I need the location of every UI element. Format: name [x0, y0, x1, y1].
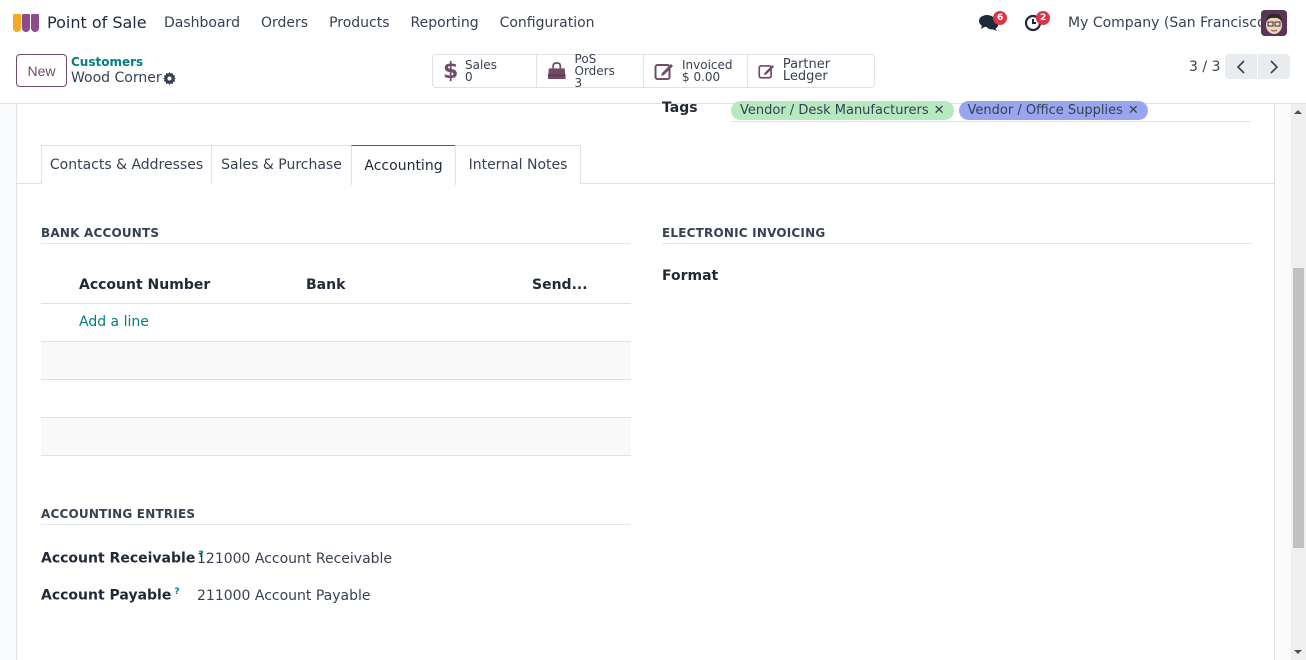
remove-tag-icon[interactable]: ✕: [1128, 101, 1139, 120]
pager-next-button[interactable]: [1258, 54, 1290, 79]
table-row: [41, 418, 631, 456]
scroll-down-arrow-icon[interactable]: [1294, 650, 1302, 654]
dollar-icon: $: [443, 58, 459, 84]
pager-previous-button[interactable]: [1225, 54, 1257, 79]
user-avatar[interactable]: [1261, 10, 1287, 36]
account-receivable-label-text: Account Receivable: [41, 550, 196, 567]
column-account-number[interactable]: Account Number: [79, 277, 210, 293]
account-payable-field[interactable]: 211000 Account Payable: [197, 588, 371, 604]
bank-accounts-title: BANK ACCOUNTS: [41, 226, 160, 240]
account-payable-label-text: Account Payable: [41, 587, 172, 604]
edit-icon: [758, 65, 775, 79]
pos-orders-value: 3: [574, 76, 583, 90]
edit-icon: [654, 64, 673, 80]
pos-orders-smart-button[interactable]: PoS Orders 3: [537, 52, 644, 90]
vertical-scrollbar[interactable]: [1291, 104, 1306, 660]
section-divider: [41, 524, 630, 525]
tab-contacts-addresses[interactable]: Contacts & Addresses: [41, 145, 212, 184]
chevron-right-icon: [1270, 59, 1279, 74]
gear-icon[interactable]: [163, 72, 176, 85]
pager-value[interactable]: 3 / 3: [1189, 59, 1220, 75]
tags-label: Tags: [662, 100, 698, 116]
top-navbar: Point of Sale Dashboard Orders Products …: [0, 0, 1306, 46]
tags-field[interactable]: Vendor / Desk Manufacturers ✕ Vendor / O…: [731, 101, 1251, 122]
menu-item-dashboard[interactable]: Dashboard: [164, 15, 240, 31]
tab-internal-notes[interactable]: Internal Notes: [455, 145, 581, 184]
section-divider: [662, 243, 1251, 244]
remove-tag-icon[interactable]: ✕: [934, 101, 945, 120]
accounting-entries-title: ACCOUNTING ENTRIES: [41, 507, 196, 521]
menu-item-products[interactable]: Products: [329, 15, 389, 31]
pager-buttons: [1225, 54, 1290, 79]
breadcrumb-customers[interactable]: Customers: [71, 55, 143, 69]
control-panel: New Customers Wood Corner $ Sales 0 PoS …: [0, 46, 1306, 104]
shopping-bag-icon: [547, 62, 566, 79]
activities-count-badge: 2: [1036, 11, 1051, 25]
partner-ledger-label: Partner Ledger: [782, 57, 831, 84]
user-avatar-icon: [1261, 10, 1287, 36]
scroll-up-arrow-icon[interactable]: [1294, 110, 1302, 114]
tab-accounting[interactable]: Accounting: [351, 145, 456, 185]
help-tooltip-icon[interactable]: ?: [174, 587, 179, 597]
app-title[interactable]: Point of Sale: [47, 13, 147, 32]
new-button[interactable]: New: [16, 54, 67, 87]
column-send[interactable]: Send...: [532, 277, 588, 293]
pos-orders-label: PoS Orders: [574, 52, 615, 78]
format-label: Format: [662, 268, 719, 284]
chevron-left-icon: [1236, 59, 1245, 74]
account-receivable-label: Account Receivable?: [41, 550, 204, 567]
bank-accounts-table: Account Number Bank Send... Add a line: [41, 266, 631, 456]
partner-ledger-smart-button[interactable]: Partner Ledger: [748, 55, 874, 87]
menu-item-reporting[interactable]: Reporting: [411, 15, 479, 31]
table-row: [41, 342, 631, 380]
main-menu: Dashboard Orders Products Reporting Conf…: [164, 15, 616, 31]
invoiced-value: $ 0.00: [682, 70, 721, 84]
notebook-tabs: Contacts & Addresses Sales & Purchase Ac…: [17, 145, 1274, 185]
tag-chip: Vendor / Desk Manufacturers ✕: [731, 101, 954, 120]
menu-item-orders[interactable]: Orders: [261, 15, 308, 31]
column-bank[interactable]: Bank: [306, 277, 345, 293]
company-switcher[interactable]: My Company (San Francisco): [1068, 15, 1271, 31]
section-divider: [41, 243, 630, 244]
account-payable-label: Account Payable?: [41, 587, 180, 604]
tag-chip: Vendor / Office Supplies ✕: [958, 101, 1148, 120]
form-sheet: Tags Vendor / Desk Manufacturers ✕ Vendo…: [16, 100, 1275, 660]
invoiced-smart-button[interactable]: Invoiced $ 0.00: [644, 55, 748, 87]
breadcrumb-current-record: Wood Corner: [71, 70, 162, 86]
scrollbar-thumb[interactable]: [1293, 268, 1304, 548]
messages-count-badge: 6: [993, 11, 1008, 25]
tab-sales-purchase[interactable]: Sales & Purchase: [211, 145, 352, 184]
sales-smart-button[interactable]: $ Sales 0: [433, 55, 537, 87]
table-header: Account Number Bank Send...: [41, 266, 631, 304]
table-row: [41, 380, 631, 418]
smart-buttons: $ Sales 0 PoS Orders 3 Invoiced $ 0.00 P…: [432, 52, 875, 90]
tag-label: Vendor / Office Supplies: [967, 103, 1123, 118]
pos-app-logo-icon[interactable]: [13, 12, 39, 32]
account-receivable-field[interactable]: 121000 Account Receivable: [197, 551, 392, 567]
add-a-line-link[interactable]: Add a line: [79, 314, 149, 330]
tag-label: Vendor / Desk Manufacturers: [740, 103, 929, 118]
menu-item-configuration[interactable]: Configuration: [500, 15, 595, 31]
table-row: Add a line: [41, 304, 631, 342]
electronic-invoicing-title: ELECTRONIC INVOICING: [662, 226, 826, 240]
sales-value: 0: [465, 70, 473, 84]
